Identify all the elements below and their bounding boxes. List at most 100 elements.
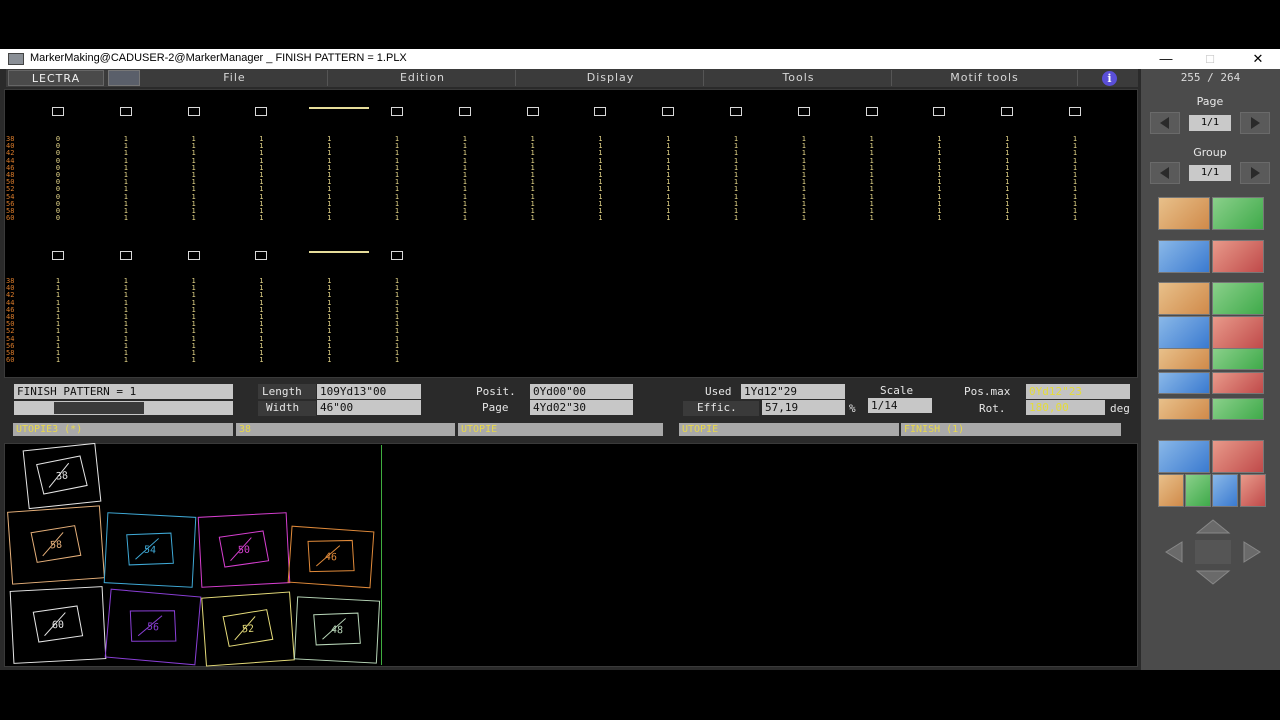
quantity-column: 111111111111 <box>598 135 603 223</box>
swap-icon[interactable] <box>1158 398 1210 420</box>
piece-thumbnail-icon[interactable] <box>458 107 471 116</box>
draw-icon[interactable] <box>1158 474 1184 507</box>
length-label: Length <box>262 385 302 398</box>
arrow-left-icon <box>1165 541 1183 563</box>
sort-icon[interactable] <box>1212 474 1238 507</box>
piece-thumbnail-icon[interactable] <box>52 107 64 116</box>
scroll-down-button[interactable] <box>1194 566 1232 588</box>
pattern-status-field: FINISH (1) <box>901 423 1121 436</box>
group-icon[interactable] <box>1240 474 1266 507</box>
piece-size-table <box>4 89 1138 378</box>
menu-edition[interactable]: Edition <box>330 70 516 86</box>
marker-piece[interactable]: 52 <box>201 591 295 667</box>
piece-thumbnail-icon[interactable] <box>594 107 607 116</box>
piece-thumbnail-icon[interactable] <box>933 107 946 116</box>
piece-thumbnail-icon[interactable] <box>865 107 878 116</box>
flip-icon[interactable] <box>1212 197 1264 230</box>
piece-thumbnail-icon[interactable] <box>119 107 132 116</box>
quantity-column: 111111111111 <box>801 135 806 223</box>
piece-thumbnail-icon[interactable] <box>730 107 742 116</box>
buffer-icon[interactable] <box>1185 474 1211 507</box>
quantity-column: 111111111111 <box>394 277 400 365</box>
scroll-left-button[interactable] <box>1152 540 1190 564</box>
piece-thumbnail-icon[interactable] <box>52 251 64 260</box>
block-icon[interactable] <box>1158 348 1210 370</box>
marker-piece-size-label: 60 <box>52 620 65 632</box>
size-field: 38 <box>236 423 455 436</box>
tile-icon[interactable] <box>1212 440 1264 473</box>
arrow-up-icon <box>1195 519 1231 534</box>
quantity-column: 111111111111 <box>394 135 400 223</box>
rot-field[interactable]: 180,00 <box>1026 400 1105 415</box>
progress-segment <box>54 402 144 414</box>
piece-thumbnail-icon[interactable] <box>187 251 200 260</box>
quantity-column: 111111111111 <box>327 277 332 365</box>
rotate-icon[interactable] <box>1158 282 1210 315</box>
page-position-field[interactable]: 4Yd02"30 <box>530 400 633 415</box>
page-number-field[interactable]: 1/1 <box>1189 115 1231 131</box>
quantity-column: 111111111111 <box>123 135 128 223</box>
piece-thumbnail-icon[interactable] <box>797 107 810 116</box>
posit-field[interactable]: 0Yd00"00 <box>530 384 633 399</box>
overlap-icon[interactable] <box>1212 282 1264 315</box>
quantity-column: 111111111111 <box>1072 135 1078 223</box>
marker-piece[interactable]: 46 <box>287 525 375 589</box>
marker-piece[interactable]: 58 <box>7 505 105 585</box>
marker-piece[interactable]: 48 <box>293 596 381 664</box>
info-button[interactable]: i <box>1098 71 1120 86</box>
marker-piece[interactable]: 38 <box>22 443 102 510</box>
maximize-button[interactable]: □ <box>1190 50 1230 68</box>
scroll-up-button[interactable] <box>1194 515 1232 537</box>
move-up-icon[interactable] <box>1158 197 1210 230</box>
page-next-button[interactable] <box>1240 112 1270 134</box>
marker-piece-size-label: 50 <box>238 545 251 557</box>
piece-thumbnail-icon[interactable] <box>119 251 132 260</box>
page-nav-label: Page <box>1196 95 1224 108</box>
scroll-right-button[interactable] <box>1236 540 1274 564</box>
menu-motif-tools[interactable]: Motif tools <box>892 70 1078 86</box>
band-icon[interactable] <box>1212 348 1264 370</box>
group-number-field[interactable]: 1/1 <box>1189 165 1231 181</box>
piece-thumbnail-icon[interactable] <box>255 107 268 116</box>
piece-thumbnail-icon[interactable] <box>1001 107 1014 116</box>
piece-thumbnail-icon[interactable] <box>391 251 403 260</box>
cut-icon[interactable] <box>1212 316 1264 349</box>
length-field[interactable]: 109Yd13"00 <box>317 384 421 399</box>
combine-icon[interactable] <box>1212 240 1264 273</box>
stripe-icon[interactable] <box>1158 372 1210 394</box>
place-icon[interactable] <box>1158 240 1210 273</box>
arrow-right-icon <box>1251 167 1260 179</box>
group-next-button[interactable] <box>1240 162 1270 184</box>
page-prev-button[interactable] <box>1150 112 1180 134</box>
split-icon[interactable] <box>1158 440 1210 473</box>
lectra-logo: LECTRA <box>8 70 104 86</box>
close-button[interactable]: ✕ <box>1238 50 1278 68</box>
effic-field: 57,19 <box>762 400 845 415</box>
piece-thumbnail-icon[interactable] <box>309 251 370 253</box>
marker-icon[interactable] <box>1212 398 1264 420</box>
piece-thumbnail-icon[interactable] <box>187 107 200 116</box>
marker-piece[interactable]: 56 <box>104 588 202 666</box>
width-field[interactable]: 46"00 <box>317 400 421 415</box>
piece-thumbnail-icon[interactable] <box>1069 107 1081 116</box>
marker-piece[interactable]: 50 <box>197 512 291 588</box>
menu-file[interactable]: File <box>142 70 328 86</box>
menu-display[interactable]: Display <box>518 70 704 86</box>
width-label: Width <box>266 401 300 414</box>
piece-thumbnail-icon[interactable] <box>662 107 675 116</box>
scale-field[interactable]: 1/14 <box>868 398 932 413</box>
piece-thumbnail-icon[interactable] <box>391 107 403 116</box>
window-titlebar: MarkerMaking@CADUSER-2@MarkerManager _ F… <box>0 49 1280 69</box>
marker-piece-size-label: 58 <box>50 540 63 552</box>
group-prev-button[interactable] <box>1150 162 1180 184</box>
piece-icon[interactable] <box>1212 372 1264 394</box>
marker-piece[interactable]: 54 <box>103 512 197 588</box>
piece-thumbnail-icon[interactable] <box>309 107 370 109</box>
arrow-left-icon <box>1160 167 1169 179</box>
menu-tools[interactable]: Tools <box>706 70 892 86</box>
piece-thumbnail-icon[interactable] <box>255 251 268 260</box>
marker-piece[interactable]: 60 <box>9 586 107 664</box>
piece-thumbnail-icon[interactable] <box>526 107 539 116</box>
zoom-icon[interactable] <box>1158 316 1210 349</box>
minimize-button[interactable]: — <box>1146 50 1186 68</box>
